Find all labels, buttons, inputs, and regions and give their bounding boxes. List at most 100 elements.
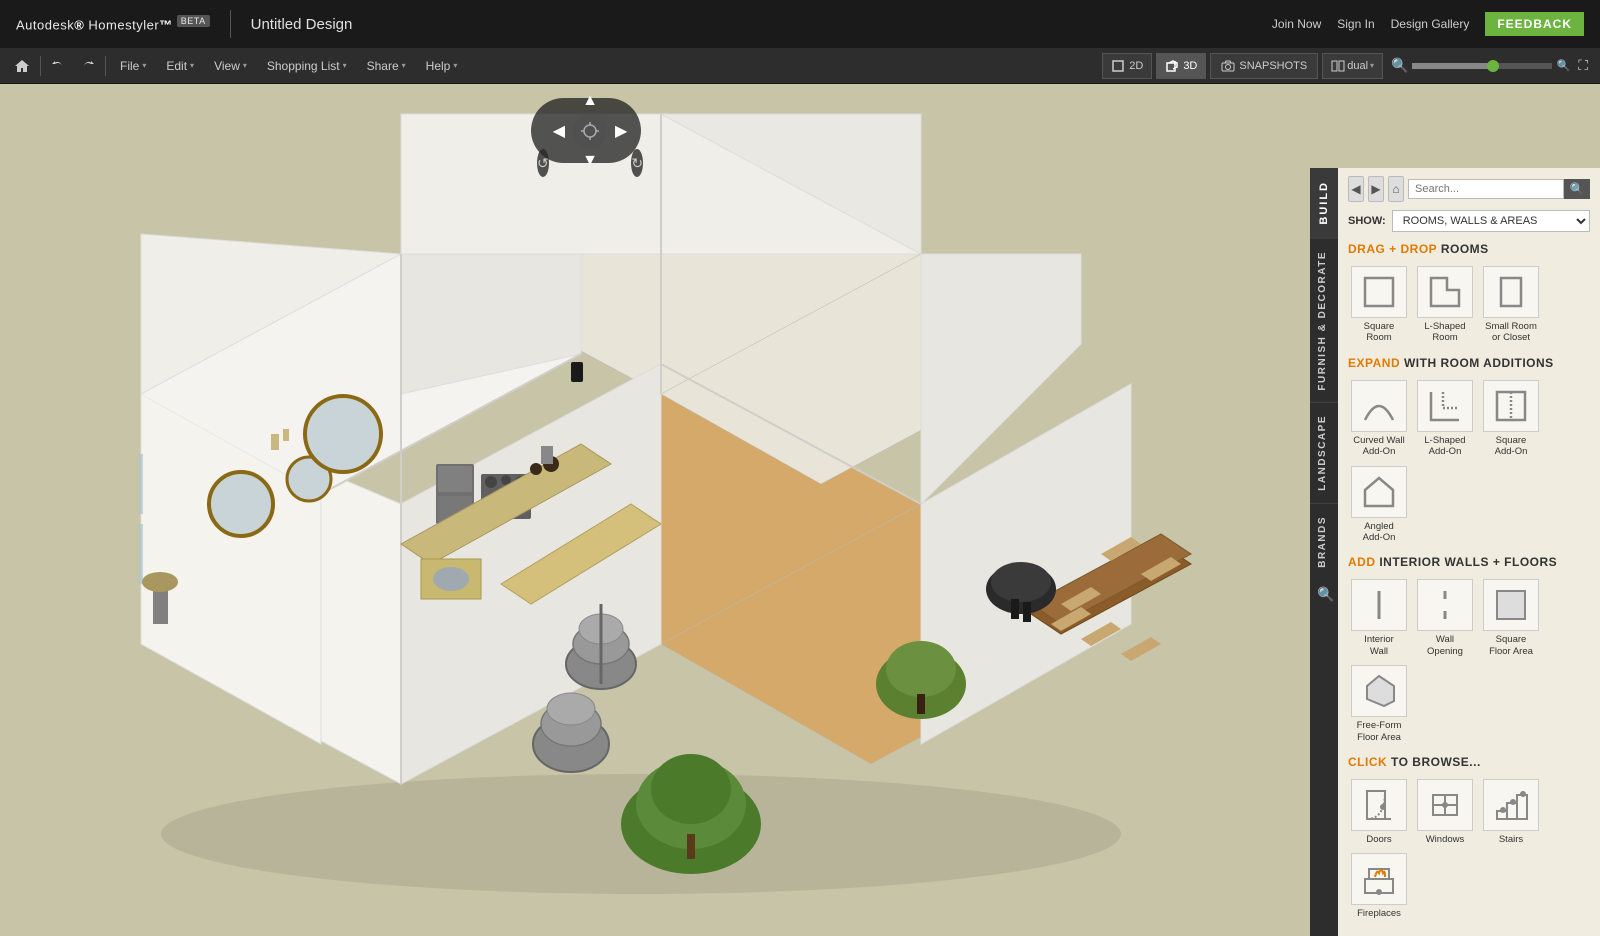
crosshair-icon [581, 122, 599, 140]
square-floor-label: SquareFloor Area [1489, 634, 1533, 657]
interior-wall-item[interactable]: InteriorWall [1348, 577, 1410, 659]
brands-tab[interactable]: Brands [1310, 503, 1338, 580]
nav-control: ↺ ▲ ◀ [531, 98, 641, 163]
furnish-tab[interactable]: Furnish & Decorate [1310, 238, 1338, 403]
show-dropdown[interactable]: ROOMS, WALLS & AREAS [1392, 210, 1590, 232]
panel-search-icon-button[interactable]: 🔍 [1310, 580, 1338, 609]
snapshots-button[interactable]: SNAPSHOTS [1210, 53, 1318, 79]
l-room-item[interactable]: L-ShapedRoom [1414, 264, 1476, 346]
redo-button[interactable] [73, 54, 101, 78]
fireplaces-item[interactable]: Fireplaces [1348, 851, 1410, 921]
top-bar-right: Join Now Sign In Design Gallery FEEDBACK [1272, 12, 1584, 36]
angled-add-icon [1351, 466, 1407, 518]
panel-content: ◀ ▶ ⌂ 🔍 SHOW: ROOMS, WALLS & AREAS DRAG … [1338, 168, 1600, 936]
view-3d-button[interactable]: 3D [1156, 53, 1206, 79]
join-now-link[interactable]: Join Now [1272, 17, 1321, 31]
home-menu-button[interactable] [8, 54, 36, 78]
square-floor-item[interactable]: SquareFloor Area [1480, 577, 1542, 659]
top-bar: Autodesk® Homestyler™ BETA Untitled Desi… [0, 0, 1600, 48]
freeform-floor-item[interactable]: Free-FormFloor Area [1348, 663, 1410, 745]
share-menu[interactable]: Share▾ [357, 48, 416, 84]
panel-search-input[interactable] [1408, 179, 1564, 199]
zoom-out-icon[interactable]: 🔍 [1391, 57, 1408, 74]
view-controls: 2D 3D SNAPSHOTS dual ▾ [1102, 53, 1383, 79]
nav-down-button[interactable]: ▼ [578, 148, 602, 174]
view-menu[interactable]: View▾ [204, 48, 257, 84]
nav-home-button[interactable]: ⌂ [1388, 176, 1404, 202]
zoom-in-icon[interactable]: 🔍 [1556, 59, 1570, 72]
file-menu[interactable]: File▾ [110, 48, 156, 84]
wall-opening-icon [1417, 579, 1473, 631]
landscape-tab[interactable]: Landscape [1310, 402, 1338, 503]
expand-rooms-header: EXPAND WITH ROOM ADDITIONS [1348, 356, 1590, 370]
rotate-left-button[interactable]: ↺ [537, 149, 549, 177]
browse-grid: Doors Windows [1348, 777, 1590, 922]
view-2d-button[interactable]: 2D [1102, 53, 1152, 79]
show-row: SHOW: ROOMS, WALLS & AREAS [1348, 210, 1590, 232]
curved-wall-item[interactable]: Curved WallAdd-On [1348, 378, 1410, 460]
feedback-button[interactable]: FEEDBACK [1485, 12, 1584, 36]
zoom-slider[interactable] [1412, 63, 1552, 69]
square-floor-icon [1483, 579, 1539, 631]
nav-ring: ↺ ▲ ◀ [531, 98, 641, 163]
interior-wall-label: InteriorWall [1364, 634, 1394, 657]
canvas-area[interactable]: ↺ ▲ ◀ [0, 84, 1282, 936]
zoom-thumb[interactable] [1487, 60, 1499, 72]
right-panel-wrapper: BUILD Furnish & Decorate Landscape Brand… [1310, 168, 1600, 936]
2d-icon [1111, 59, 1125, 73]
l-add-item[interactable]: L-ShapedAdd-On [1414, 378, 1476, 460]
edit-menu[interactable]: Edit▾ [156, 48, 204, 84]
curved-wall-icon [1351, 380, 1407, 432]
l-add-label: L-ShapedAdd-On [1424, 435, 1465, 458]
nav-right-button[interactable]: ▶ [611, 117, 631, 145]
square-add-label: SquareAdd-On [1495, 435, 1528, 458]
drag-rooms-header: DRAG + DROP ROOMS [1348, 242, 1590, 256]
show-label: SHOW: [1348, 215, 1386, 227]
zoom-bar: 🔍 🔍 ⛶ [1391, 55, 1592, 76]
stairs-icon [1483, 779, 1539, 831]
side-tab-strip: BUILD Furnish & Decorate Landscape Brand… [1310, 168, 1338, 936]
top-bar-left: Autodesk® Homestyler™ BETA Untitled Desi… [16, 10, 352, 38]
home-icon [14, 58, 30, 74]
design-title: Untitled Design [251, 16, 353, 33]
wall-opening-item[interactable]: WallOpening [1414, 577, 1476, 659]
separator2 [105, 56, 106, 76]
nav-back-button[interactable]: ◀ [1348, 176, 1364, 202]
nav-forward-button[interactable]: ▶ [1368, 176, 1384, 202]
doors-item[interactable]: Doors [1348, 777, 1410, 847]
help-menu[interactable]: Help▾ [416, 48, 468, 84]
freeform-floor-label: Free-FormFloor Area [1357, 720, 1402, 743]
l-room-label: L-ShapedRoom [1424, 321, 1465, 344]
doors-icon [1351, 779, 1407, 831]
dual-button[interactable]: dual ▾ [1322, 53, 1383, 79]
floor-plan-scene[interactable] [0, 84, 1282, 936]
fullscreen-button[interactable]: ⛶ [1574, 55, 1592, 76]
angled-add-item[interactable]: AngledAdd-On [1348, 464, 1410, 546]
nav-center-button[interactable] [573, 114, 607, 148]
stairs-label: Stairs [1499, 834, 1523, 845]
small-room-icon [1483, 266, 1539, 318]
shopping-list-menu[interactable]: Shopping List▾ [257, 48, 357, 84]
small-room-label: Small Roomor Closet [1485, 321, 1537, 344]
build-tab[interactable]: BUILD [1310, 168, 1338, 238]
windows-item[interactable]: Windows [1414, 777, 1476, 847]
menu-bar: File▾ Edit▾ View▾ Shopping List▾ Share▾ … [0, 48, 1600, 84]
stairs-item[interactable]: Stairs [1480, 777, 1542, 847]
l-add-icon [1417, 380, 1473, 432]
undo-button[interactable] [45, 54, 73, 78]
main-area: ↺ ▲ ◀ [0, 84, 1600, 936]
windows-icon [1417, 779, 1473, 831]
square-room-label: SquareRoom [1364, 321, 1395, 344]
panel-search-box: 🔍 [1408, 179, 1590, 199]
l-room-icon [1417, 266, 1473, 318]
square-add-item[interactable]: SquareAdd-On [1480, 378, 1542, 460]
square-room-item[interactable]: SquareRoom [1348, 264, 1410, 346]
panel-search-button[interactable]: 🔍 [1564, 179, 1590, 199]
nav-left-button[interactable]: ◀ [549, 117, 569, 145]
small-room-item[interactable]: Small Roomor Closet [1480, 264, 1542, 346]
nav-up-button[interactable]: ▲ [578, 88, 602, 114]
design-gallery-link[interactable]: Design Gallery [1391, 17, 1470, 31]
sign-in-link[interactable]: Sign In [1337, 17, 1374, 31]
interior-wall-icon [1351, 579, 1407, 631]
freeform-floor-icon [1351, 665, 1407, 717]
